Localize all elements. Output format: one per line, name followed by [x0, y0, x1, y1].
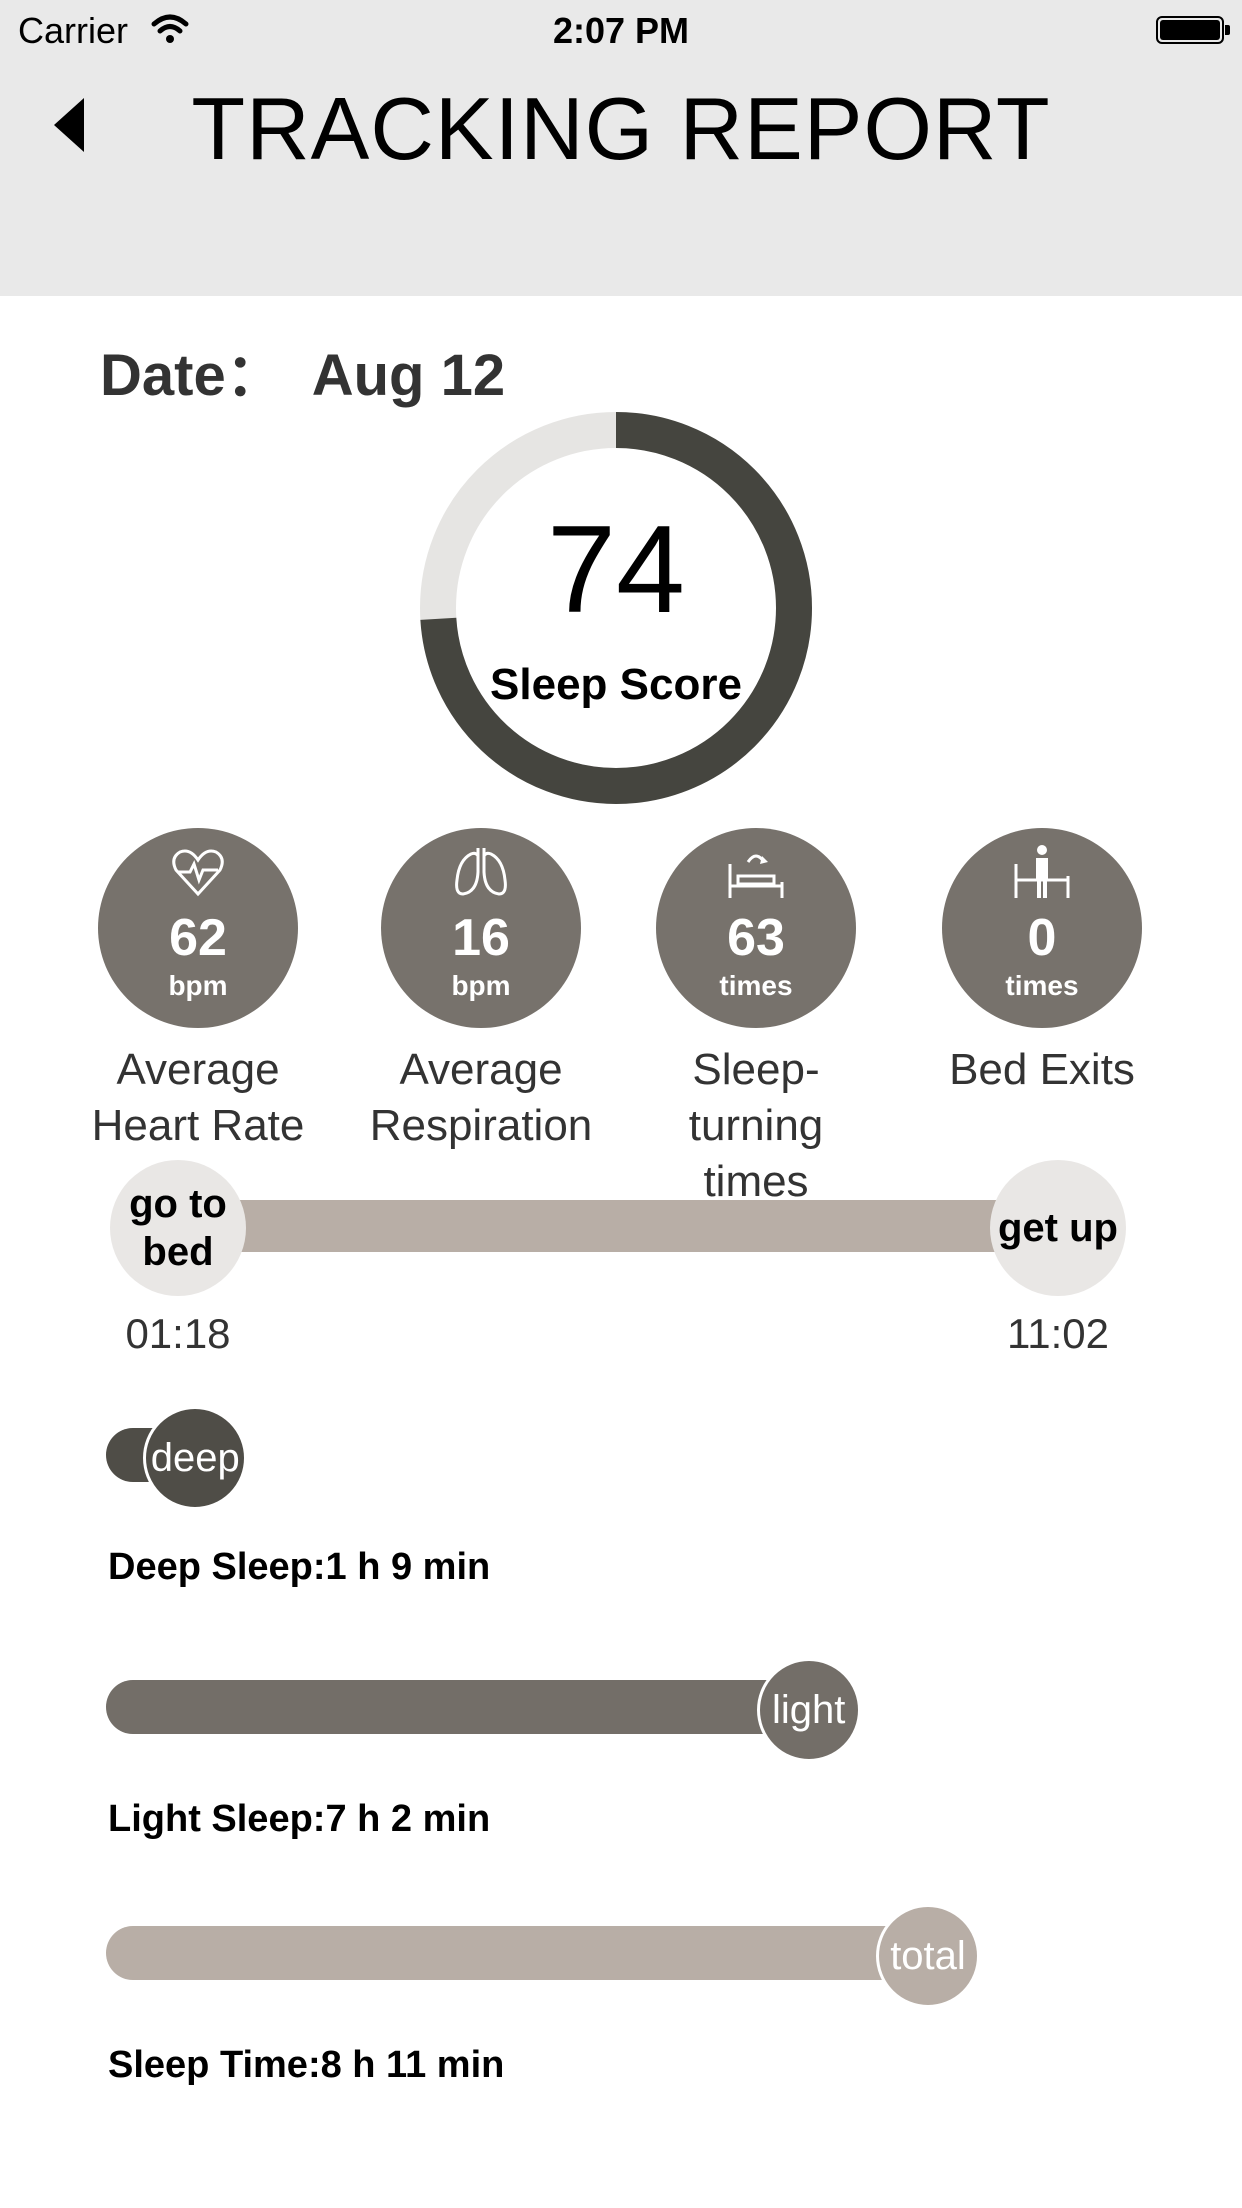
metric-label: Bed Exits: [922, 1042, 1162, 1098]
metric-circle: 62 bpm: [98, 828, 298, 1028]
header: Carrier 2:07 PM TRACKING REPORT: [0, 0, 1242, 296]
go-to-bed-time: 01:18: [125, 1310, 231, 1357]
sleep-score-label: Sleep Score: [490, 660, 742, 709]
metric-heart-rate: 62 bpm Average Heart Rate: [78, 828, 318, 1154]
total-sleep-text: Sleep Time:8 h 11 min: [108, 2044, 505, 2086]
light-sleep-text: Light Sleep:7 h 2 min: [108, 1798, 491, 1840]
page-title: TRACKING REPORT: [191, 79, 1051, 178]
light-knob-label: light: [772, 1687, 846, 1732]
total-knob-label: total: [890, 1933, 966, 1978]
metric-unit: bpm: [451, 970, 511, 1001]
metric-label-line1: Average: [116, 1045, 280, 1094]
date-value: Aug 12: [311, 343, 506, 408]
lungs-icon: [455, 848, 507, 896]
bed-turning-icon: [728, 854, 784, 898]
get-up-time: 11:02: [1007, 1310, 1109, 1357]
heart-rate-icon: [172, 849, 224, 897]
get-up-label: get up: [998, 1206, 1118, 1250]
metric-value: 0: [1027, 909, 1057, 967]
metric-respiration: 16 bpm Average Respiration: [361, 828, 601, 1154]
sleep-score-gauge: 74 Sleep Score: [416, 408, 816, 808]
total-sleep-knob: total: [876, 1904, 980, 2008]
deep-knob-label: deep: [150, 1435, 240, 1480]
date-label: Date：: [100, 343, 284, 408]
battery-icon: [1156, 16, 1230, 44]
status-time: 2:07 PM: [552, 10, 690, 51]
metric-value: 16: [452, 909, 510, 967]
go-to-bed-marker: go to bed: [110, 1160, 246, 1296]
bedtime-timeline: go to bed get up 01:18 11:02: [110, 1160, 1130, 1357]
deep-sleep-text: Deep Sleep:1 h 9 min: [108, 1546, 491, 1588]
metric-circle: 0 times: [942, 828, 1142, 1028]
metric-label-line2: Heart Rate: [91, 1101, 305, 1150]
status-bar: Carrier 2:07 PM: [0, 0, 1242, 60]
metric-label-line2: Respiration: [369, 1101, 593, 1150]
metric-circle: 63 times: [656, 828, 856, 1028]
metric-label-line1: Sleep-turning: [688, 1045, 824, 1150]
metric-label-line1: Bed Exits: [949, 1045, 1135, 1094]
metric-circle: 16 bpm: [381, 828, 581, 1028]
date-row: Date： Aug 12: [100, 328, 505, 412]
go-to-bed-label-line2: bed: [142, 1230, 214, 1274]
metric-unit: times: [719, 970, 793, 1001]
metric-value: 62: [169, 909, 227, 967]
metric-value: 63: [727, 909, 785, 967]
metric-label-line1: Average: [399, 1045, 563, 1094]
sleep-score-value: 74: [547, 501, 685, 639]
metric-unit: bpm: [168, 970, 228, 1001]
get-up-marker: get up: [990, 1160, 1126, 1296]
go-to-bed-label-line1: go to: [129, 1182, 227, 1226]
metric-label: Average Heart Rate: [78, 1042, 318, 1154]
timeline-bar: [236, 1200, 1006, 1252]
metric-bed-exits: 0 times Bed Exits: [922, 828, 1162, 1098]
metric-sleep-turning: 63 times Sleep-turning times: [636, 828, 876, 1210]
metric-label: Average Respiration: [361, 1042, 601, 1154]
bed-exit-icon: [1014, 845, 1070, 898]
deep-sleep-knob: deep: [143, 1406, 248, 1510]
total-sleep-bar: [106, 1926, 958, 1980]
light-sleep-bar: [106, 1680, 839, 1734]
light-sleep-knob: light: [756, 1658, 861, 1762]
metric-unit: times: [1005, 970, 1079, 1001]
